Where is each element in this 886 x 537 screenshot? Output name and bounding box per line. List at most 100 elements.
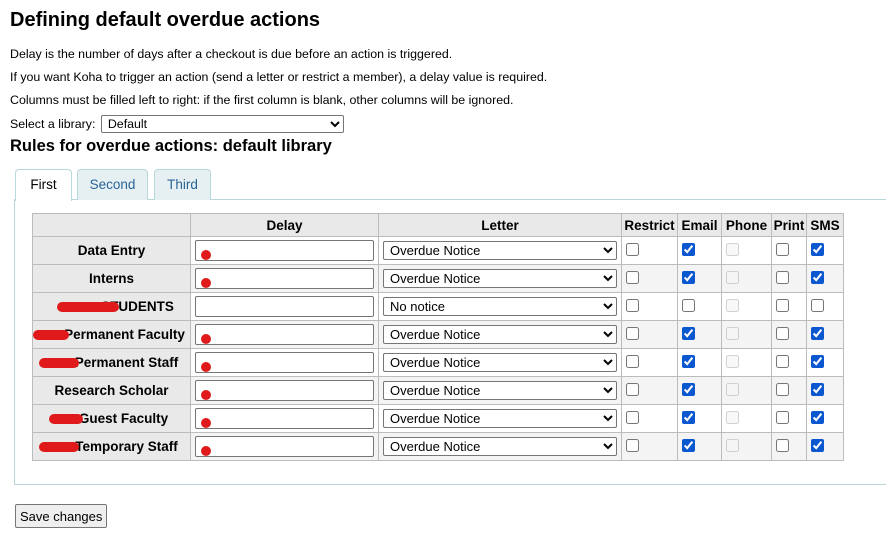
library-select[interactable]: Default — [100, 115, 344, 133]
category-cell: Interns — [32, 264, 191, 293]
header-letter: Letter — [378, 213, 622, 237]
letter-select[interactable]: Overdue Notice — [383, 269, 617, 288]
delay-input[interactable] — [195, 296, 374, 317]
email-checkbox[interactable] — [682, 439, 695, 452]
restrict-checkbox[interactable] — [626, 439, 639, 452]
library-select-row: Select a library: Default — [10, 115, 344, 133]
sms-checkbox[interactable] — [811, 439, 824, 452]
redaction-mark — [201, 250, 211, 260]
delay-input[interactable] — [195, 268, 374, 289]
email-checkbox[interactable] — [682, 299, 695, 312]
sms-cell — [806, 236, 844, 265]
email-checkbox[interactable] — [682, 243, 695, 256]
phone-cell — [721, 292, 772, 321]
category-cell: Temporary Staff — [32, 432, 191, 461]
print-checkbox[interactable] — [776, 327, 789, 340]
delay-cell — [190, 236, 379, 265]
phone-checkbox — [726, 383, 739, 396]
redaction-mark — [201, 390, 211, 400]
redaction-mark — [201, 278, 211, 288]
email-checkbox[interactable] — [682, 271, 695, 284]
print-checkbox[interactable] — [776, 383, 789, 396]
delay-input[interactable] — [195, 240, 374, 261]
phone-cell — [721, 404, 772, 433]
delay-input[interactable] — [195, 408, 374, 429]
section-title: Rules for overdue actions: default libra… — [10, 137, 332, 155]
email-cell — [677, 236, 722, 265]
letter-cell: Overdue Notice — [378, 264, 622, 293]
restrict-checkbox[interactable] — [626, 383, 639, 396]
phone-checkbox — [726, 271, 739, 284]
restrict-cell — [621, 404, 678, 433]
sms-checkbox[interactable] — [811, 327, 824, 340]
delay-input[interactable] — [195, 324, 374, 345]
email-cell — [677, 348, 722, 377]
tab-third[interactable]: Third — [154, 169, 211, 200]
phone-cell — [721, 376, 772, 405]
print-checkbox[interactable] — [776, 243, 789, 256]
category-cell: Research Scholar — [32, 376, 191, 405]
email-checkbox[interactable] — [682, 327, 695, 340]
sms-checkbox[interactable] — [811, 383, 824, 396]
redaction-mark — [201, 334, 211, 344]
category-name: Research Scholar — [54, 383, 169, 398]
category-cell: Permanent Faculty — [32, 320, 191, 349]
info-trigger: If you want Koha to trigger an action (s… — [10, 70, 548, 84]
tab-second[interactable]: Second — [77, 169, 148, 200]
email-checkbox[interactable] — [682, 383, 695, 396]
restrict-cell — [621, 236, 678, 265]
overdue-rules-table: Delay Letter Restrict Email Phone Print … — [32, 213, 844, 461]
restrict-checkbox[interactable] — [626, 299, 639, 312]
phone-checkbox — [726, 327, 739, 340]
restrict-cell — [621, 320, 678, 349]
delay-cell — [190, 348, 379, 377]
delay-input[interactable] — [195, 436, 374, 457]
header-category — [32, 213, 191, 237]
print-checkbox[interactable] — [776, 439, 789, 452]
header-print: Print — [771, 213, 807, 237]
email-checkbox[interactable] — [682, 355, 695, 368]
sms-cell — [806, 292, 844, 321]
delay-input[interactable] — [195, 380, 374, 401]
sms-checkbox[interactable] — [811, 411, 824, 424]
restrict-checkbox[interactable] — [626, 327, 639, 340]
email-cell — [677, 432, 722, 461]
tab-first[interactable]: First — [15, 169, 72, 201]
sms-checkbox[interactable] — [811, 271, 824, 284]
letter-select[interactable]: Overdue Notice — [383, 381, 617, 400]
sms-checkbox[interactable] — [811, 299, 824, 312]
redaction-mark — [201, 418, 211, 428]
print-cell — [771, 348, 807, 377]
print-checkbox[interactable] — [776, 299, 789, 312]
delay-cell — [190, 292, 379, 321]
save-changes-button[interactable]: Save changes — [15, 504, 108, 528]
table-header-row: Delay Letter Restrict Email Phone Print … — [32, 213, 844, 237]
category-cell: Guest Faculty — [32, 404, 191, 433]
header-restrict: Restrict — [621, 213, 678, 237]
restrict-checkbox[interactable] — [626, 355, 639, 368]
letter-select[interactable]: Overdue Notice — [383, 353, 617, 372]
restrict-cell — [621, 348, 678, 377]
letter-select[interactable]: Overdue Notice — [383, 325, 617, 344]
print-checkbox[interactable] — [776, 271, 789, 284]
print-checkbox[interactable] — [776, 355, 789, 368]
delay-input[interactable] — [195, 352, 374, 373]
phone-cell — [721, 264, 772, 293]
email-checkbox[interactable] — [682, 411, 695, 424]
letter-select[interactable]: No notice — [383, 297, 617, 316]
restrict-checkbox[interactable] — [626, 271, 639, 284]
letter-select[interactable]: Overdue Notice — [383, 241, 617, 260]
restrict-checkbox[interactable] — [626, 243, 639, 256]
sms-checkbox[interactable] — [811, 243, 824, 256]
letter-select[interactable]: Overdue Notice — [383, 437, 617, 456]
header-sms: SMS — [806, 213, 844, 237]
letter-cell: No notice — [378, 292, 622, 321]
email-cell — [677, 404, 722, 433]
restrict-checkbox[interactable] — [626, 411, 639, 424]
letter-cell: Overdue Notice — [378, 320, 622, 349]
letter-cell: Overdue Notice — [378, 404, 622, 433]
letter-select[interactable]: Overdue Notice — [383, 409, 617, 428]
print-checkbox[interactable] — [776, 411, 789, 424]
email-cell — [677, 264, 722, 293]
sms-checkbox[interactable] — [811, 355, 824, 368]
